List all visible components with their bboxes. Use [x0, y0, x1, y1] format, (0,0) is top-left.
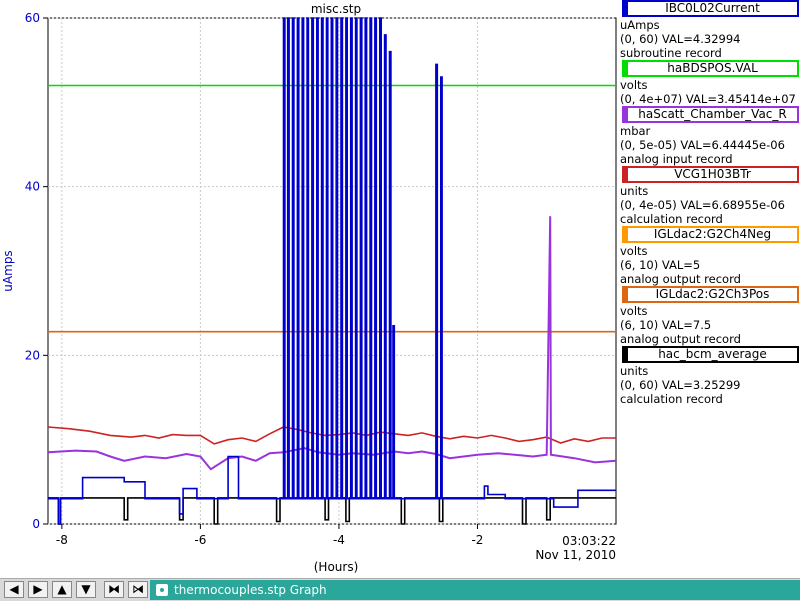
chart-title: misc.stp — [311, 2, 361, 16]
legend-series-name[interactable]: VCG1H03BTr — [622, 166, 799, 183]
up-arrow-button[interactable]: ▲ — [52, 581, 72, 598]
taskbar: ◀ ▶ ▲ ▼ ⧓ ⧒ thermocouples.stp Graph — [0, 578, 800, 601]
legend-range: (0, 5e-05) VAL=6.44445e-06 — [620, 138, 785, 152]
y-ticks: 0 20 40 60 — [25, 11, 48, 531]
left-arrow-icon: ◀ — [9, 582, 19, 596]
legend-unit: volts — [620, 304, 648, 318]
down-arrow-button[interactable]: ▼ — [76, 581, 96, 598]
up-arrow-icon: ▲ — [57, 582, 67, 596]
legend-entry[interactable]: haBDSPOS.VAL volts (0, 4e+07) VAL=3.45414e… — [620, 60, 800, 106]
legend-range: (0, 4e-05) VAL=6.68955e-06 — [620, 198, 785, 212]
left-arrow-button[interactable]: ◀ — [4, 581, 24, 598]
x-end-date: Nov 11, 2010 — [535, 548, 616, 562]
legend-type: calculation record — [620, 212, 723, 226]
collapse-button[interactable]: ⧓ — [104, 581, 124, 598]
legend-entry[interactable]: haScatt_Chamber_Vac_R mbar (0, 5e-05) VAL=… — [620, 106, 800, 166]
x-ticks: -8 -6 -4 -2 — [56, 524, 483, 547]
expand-button[interactable]: ⧒ — [128, 581, 148, 598]
legend-range: (0, 4e+07) VAL=3.45414e+07 — [620, 92, 796, 106]
right-arrow-icon: ▶ — [33, 582, 43, 596]
x-end-time: 03:03:22 — [562, 534, 616, 548]
legend-series-name[interactable]: haBDSPOS.VAL — [622, 60, 799, 77]
chart-area: misc.stp uAmps (Hours) 03:03:22 Nov 11, … — [1, 2, 617, 574]
legend-entry[interactable]: VCG1H03BTr units (0, 4e-05) VAL=6.68955e-0… — [620, 166, 800, 226]
legend-series-name[interactable]: haScatt_Chamber_Vac_R — [622, 106, 799, 123]
right-arrow-button[interactable]: ▶ — [28, 581, 48, 598]
expand-icon: ⧒ — [132, 582, 144, 596]
legend-unit: units — [620, 364, 649, 378]
legend-unit: uAmps — [620, 18, 660, 32]
collapse-icon: ⧓ — [108, 582, 120, 596]
legend-type: subroutine record — [620, 46, 722, 60]
window-icon — [156, 584, 168, 596]
down-arrow-icon: ▼ — [81, 582, 91, 596]
x-tick-label: -8 — [56, 533, 68, 547]
legend-range: (6, 10) VAL=5 — [620, 258, 701, 272]
legend-entry[interactable]: IGLdac2:G2Ch3Pos volts (6, 10) VAL=7.5 anal… — [620, 286, 800, 346]
legend-entry[interactable]: IGLdac2:G2Ch4Neg volts (6, 10) VAL=5 analog… — [620, 226, 800, 286]
legend-series-name[interactable]: hac_bcm_average — [622, 346, 799, 363]
legend-type: analog output record — [620, 272, 741, 286]
legend-type: calculation record — [620, 392, 723, 406]
y-axis-label: uAmps — [1, 250, 15, 291]
legend-series-name[interactable]: IBC0L02Current — [622, 0, 799, 17]
legend-unit: units — [620, 184, 649, 198]
legend-unit: volts — [620, 78, 648, 92]
taskbar-window-title: thermocouples.stp Graph — [174, 583, 327, 597]
x-axis-label: (Hours) — [314, 560, 359, 574]
legend-series-name[interactable]: IGLdac2:G2Ch4Neg — [622, 226, 799, 243]
legend-range: (0, 60) VAL=3.25299 — [620, 378, 741, 392]
legend-unit: volts — [620, 244, 648, 258]
legend-type: analog input record — [620, 152, 733, 166]
legend-entry[interactable]: hac_bcm_average units (0, 60) VAL=3.25299 c… — [620, 346, 800, 406]
legend-entry[interactable]: IBC0L02Current uAmps (0, 60) VAL=4.32994 su… — [620, 0, 800, 60]
legend-series-name[interactable]: IGLdac2:G2Ch3Pos — [622, 286, 799, 303]
legend-type: analog output record — [620, 332, 741, 346]
taskbar-window-button[interactable]: thermocouples.stp Graph — [150, 580, 800, 600]
legend-unit: mbar — [620, 124, 651, 138]
legend-range: (6, 10) VAL=7.5 — [620, 318, 712, 332]
y-tick-label: 40 — [25, 180, 40, 194]
legend: IBC0L02Current uAmps (0, 60) VAL=4.32994 su… — [620, 0, 800, 406]
legend-range: (0, 60) VAL=4.32994 — [620, 32, 741, 46]
x-tick-label: -4 — [333, 533, 345, 547]
x-tick-label: -6 — [194, 533, 206, 547]
y-tick-label: 0 — [32, 517, 40, 531]
y-tick-label: 20 — [25, 348, 40, 362]
x-tick-label: -2 — [471, 533, 483, 547]
y-tick-label: 60 — [25, 11, 40, 25]
